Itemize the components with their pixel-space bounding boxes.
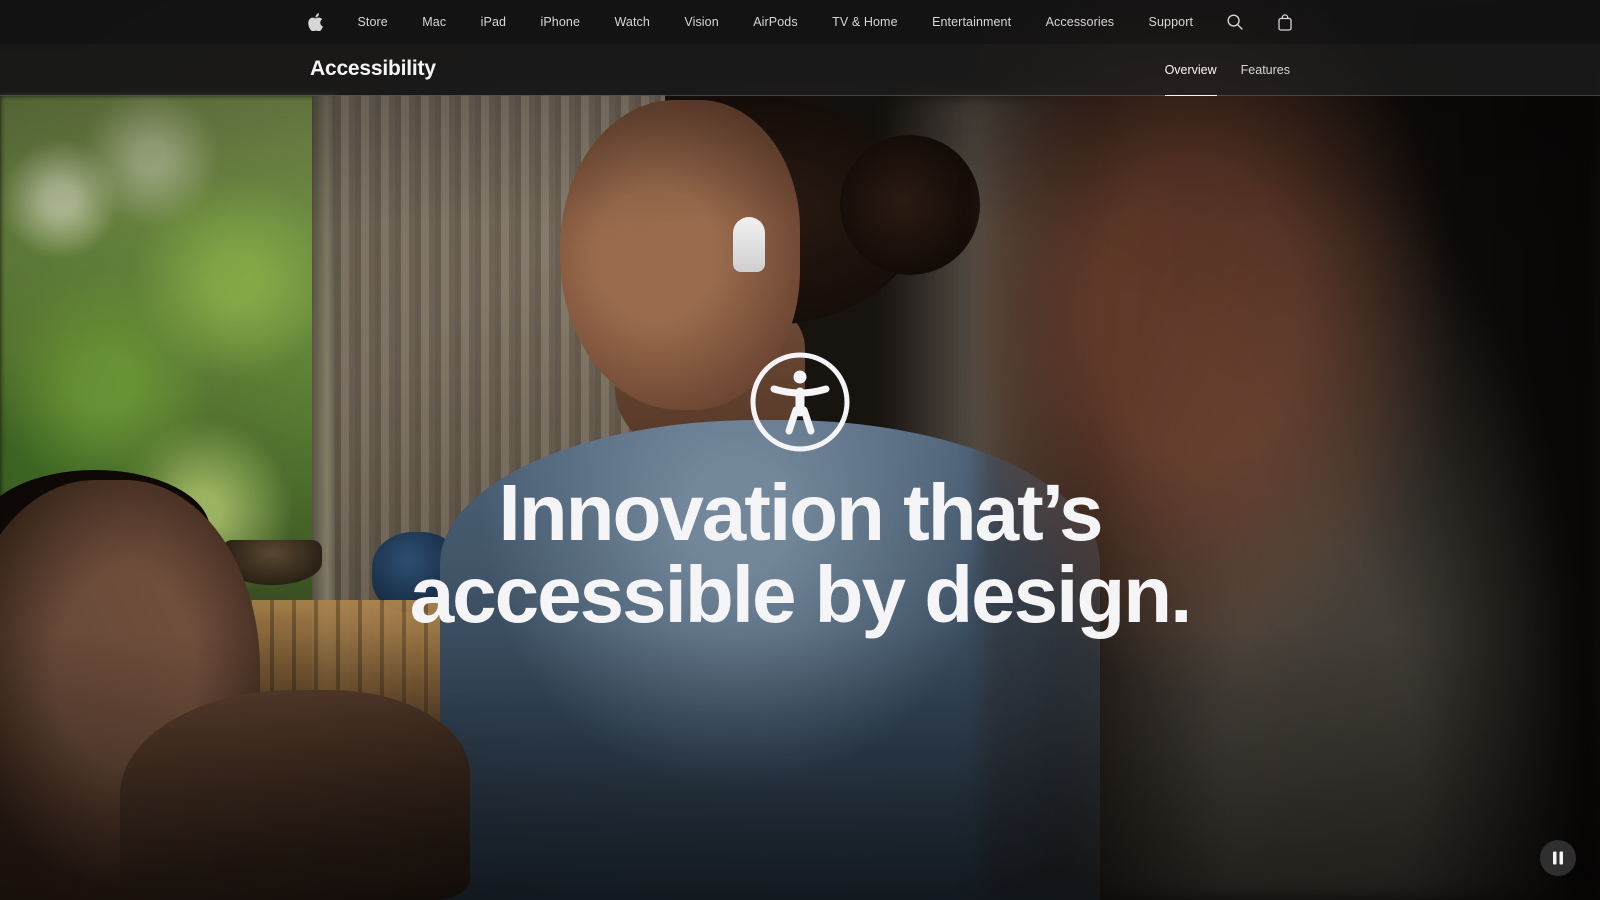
global-nav-item-iphone: iPhone [532, 0, 588, 44]
hero-headline-line-2: accessible by design. [409, 550, 1193, 639]
nav-link-tv-home[interactable]: TV & Home [824, 0, 906, 44]
global-nav-item-tv-home: TV & Home [824, 0, 906, 44]
global-nav-item-vision: Vision [676, 0, 726, 44]
global-nav-item-mac: Mac [414, 0, 454, 44]
global-nav-list: Store Mac iPad iPhone Watch Vision AirPo… [300, 0, 1300, 44]
localnav-title[interactable]: Accessibility [310, 56, 436, 82]
nav-link-watch[interactable]: Watch [606, 0, 657, 44]
shopping-bag-button[interactable] [1270, 0, 1300, 44]
pause-icon [1553, 851, 1563, 865]
global-nav-item-watch: Watch [606, 0, 657, 44]
search-button[interactable] [1219, 0, 1251, 44]
global-nav-item-ipad: iPad [473, 0, 514, 44]
nav-link-store[interactable]: Store [349, 0, 395, 44]
global-nav-item-airpods: AirPods [745, 0, 805, 44]
page: Store Mac iPad iPhone Watch Vision AirPo… [0, 0, 1600, 900]
global-nav-item-search [1219, 0, 1251, 44]
nav-link-entertainment[interactable]: Entertainment [924, 0, 1019, 44]
localnav-link-features[interactable]: Features [1241, 44, 1290, 95]
hero-headline: Innovation that’s accessible by design. [0, 472, 1600, 636]
hero-content: Innovation that’s accessible by design. [0, 352, 1600, 636]
search-icon [1227, 14, 1244, 30]
apple-logo-link[interactable] [300, 0, 331, 44]
local-nav: Accessibility Overview Features [0, 44, 1600, 96]
global-nav: Store Mac iPad iPhone Watch Vision AirPo… [0, 0, 1600, 44]
pause-button[interactable] [1540, 840, 1576, 876]
global-nav-item-support: Support [1141, 0, 1201, 44]
nav-link-vision[interactable]: Vision [676, 0, 726, 44]
nav-link-ipad[interactable]: iPad [473, 0, 514, 44]
shopping-bag-icon [1278, 13, 1292, 31]
global-nav-item-apple [300, 0, 331, 44]
global-nav-item-accessories: Accessories [1038, 0, 1122, 44]
apple-logo-icon [308, 13, 323, 31]
global-nav-item-bag [1270, 0, 1300, 44]
global-nav-item-store: Store [349, 0, 395, 44]
nav-link-iphone[interactable]: iPhone [532, 0, 588, 44]
nav-link-mac[interactable]: Mac [414, 0, 454, 44]
accessibility-icon [750, 352, 850, 452]
nav-link-support[interactable]: Support [1141, 0, 1201, 44]
hero-headline-line-1: Innovation that’s [498, 468, 1103, 557]
localnav-link-overview[interactable]: Overview [1164, 44, 1217, 96]
nav-link-airpods[interactable]: AirPods [745, 0, 805, 44]
global-nav-item-entertainment: Entertainment [924, 0, 1019, 44]
localnav-menu: Overview Features [1164, 44, 1290, 96]
nav-link-accessories[interactable]: Accessories [1038, 0, 1122, 44]
